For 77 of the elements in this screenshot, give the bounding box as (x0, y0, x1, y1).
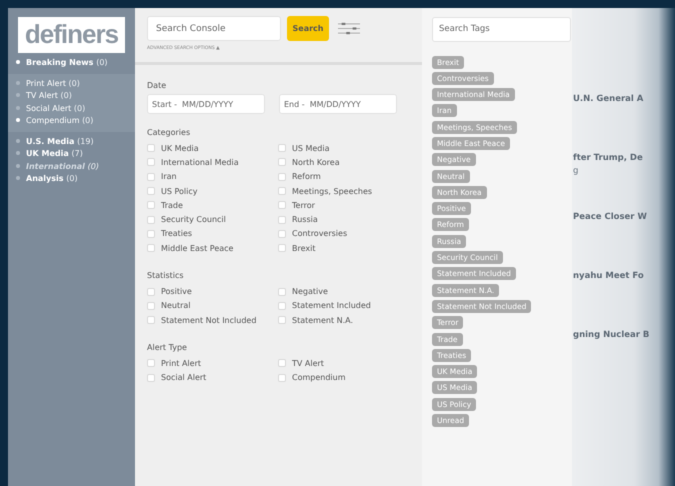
headline: nyahu Meet Fo (573, 271, 645, 281)
checkbox[interactable] (147, 374, 155, 382)
checkbox[interactable] (147, 216, 155, 224)
checkbox-label[interactable]: Terror (292, 200, 315, 210)
checkbox[interactable] (278, 244, 286, 252)
checkbox-label[interactable]: Reform (292, 172, 321, 182)
headline: fter Trump, De (573, 153, 644, 163)
sidebar-item[interactable]: Analysis (0) (8, 173, 135, 186)
section-label: Alert Type (147, 343, 188, 352)
sidebar-item[interactable]: Compendium (0) (8, 115, 135, 128)
checkbox-label[interactable]: Neutral (161, 301, 191, 310)
sliders-icon[interactable] (338, 21, 360, 36)
checkbox[interactable] (147, 316, 155, 324)
end-date-field[interactable]: End - MM/DD/YYYY (279, 94, 397, 114)
checkbox[interactable] (147, 172, 155, 181)
search-button[interactable]: Search (287, 16, 329, 41)
tag-search-field[interactable]: Search Tags (432, 16, 571, 42)
checkbox[interactable] (278, 316, 286, 324)
checkbox[interactable] (278, 216, 286, 224)
checkbox-label[interactable]: Trade (161, 200, 183, 210)
section-label: Date (147, 81, 168, 90)
sidebar-item[interactable]: UK Media (7) (8, 148, 135, 160)
checkbox[interactable] (278, 359, 286, 368)
sidebar-item[interactable]: Social Alert (0) (8, 102, 135, 115)
checkbox-label[interactable]: Brexit (292, 244, 316, 253)
sidebar-item[interactable]: U.S. Media (19) (8, 136, 135, 148)
checkbox[interactable] (147, 244, 155, 252)
checkbox[interactable] (278, 158, 286, 166)
headline-subtext: g (573, 166, 580, 176)
checkbox[interactable] (278, 172, 286, 181)
checkbox-label[interactable]: Statement Not Included (161, 316, 256, 325)
checkbox-label[interactable]: Compendium (292, 373, 346, 382)
checkbox[interactable] (147, 359, 155, 368)
checkbox-label[interactable]: Treaties (161, 229, 192, 238)
checkbox-label[interactable]: Positive (161, 287, 192, 296)
start-date-field[interactable]: Start - MM/DD/YYYY (147, 94, 265, 114)
checkbox-label[interactable]: Russia (292, 215, 318, 224)
checkbox[interactable] (278, 302, 286, 310)
checkbox-label[interactable]: North Korea (292, 158, 340, 167)
checkbox[interactable] (278, 187, 286, 196)
checkbox-label[interactable]: Statement N.A. (292, 316, 354, 325)
checkbox-label[interactable]: US Policy (161, 186, 198, 196)
checkbox[interactable] (278, 144, 286, 152)
checkbox-label[interactable]: Print Alert (161, 358, 201, 368)
headline: U.N. General A (573, 94, 644, 104)
checkbox[interactable] (147, 288, 155, 296)
sidebar-item[interactable]: Print Alert (0) (8, 78, 135, 90)
checkbox[interactable] (278, 230, 286, 238)
checkbox-label[interactable]: US Media (292, 144, 330, 153)
checkbox[interactable] (147, 187, 155, 196)
checkbox-label[interactable]: Iran (161, 172, 177, 182)
checkbox[interactable] (147, 201, 155, 210)
checkbox[interactable] (147, 144, 155, 152)
section-label: Categories (147, 128, 192, 137)
headline: Peace Closer W (573, 212, 648, 222)
checkbox-label[interactable]: Controversies (292, 229, 348, 238)
checkbox[interactable] (278, 201, 286, 210)
checkbox[interactable] (147, 158, 155, 166)
checkbox-label[interactable]: Meetings, Speeches (292, 186, 372, 196)
sidebar-item[interactable]: Breaking News (0) (8, 57, 135, 70)
checkbox-label[interactable]: TV Alert (292, 358, 324, 368)
checkbox[interactable] (147, 230, 155, 238)
section-label: Statistics (147, 271, 185, 280)
sidebar-item[interactable]: TV Alert (0) (8, 90, 135, 102)
checkbox[interactable] (147, 302, 155, 310)
checkbox-label[interactable]: Security Council (161, 215, 226, 224)
checkbox[interactable] (278, 288, 286, 296)
checkbox-label[interactable]: Middle East Peace (161, 244, 234, 253)
checkbox-label[interactable]: International Media (161, 158, 239, 167)
headline: gning Nuclear B (573, 330, 650, 340)
search-field[interactable]: Search Console (147, 16, 281, 41)
logo: definers (18, 17, 125, 53)
checkbox-label[interactable]: UK Media (161, 144, 199, 153)
checkbox-label[interactable]: Negative (292, 287, 328, 296)
checkbox[interactable] (278, 374, 286, 382)
checkbox-label[interactable]: Social Alert (161, 373, 206, 382)
checkbox-label[interactable]: Statement Included (292, 301, 371, 310)
